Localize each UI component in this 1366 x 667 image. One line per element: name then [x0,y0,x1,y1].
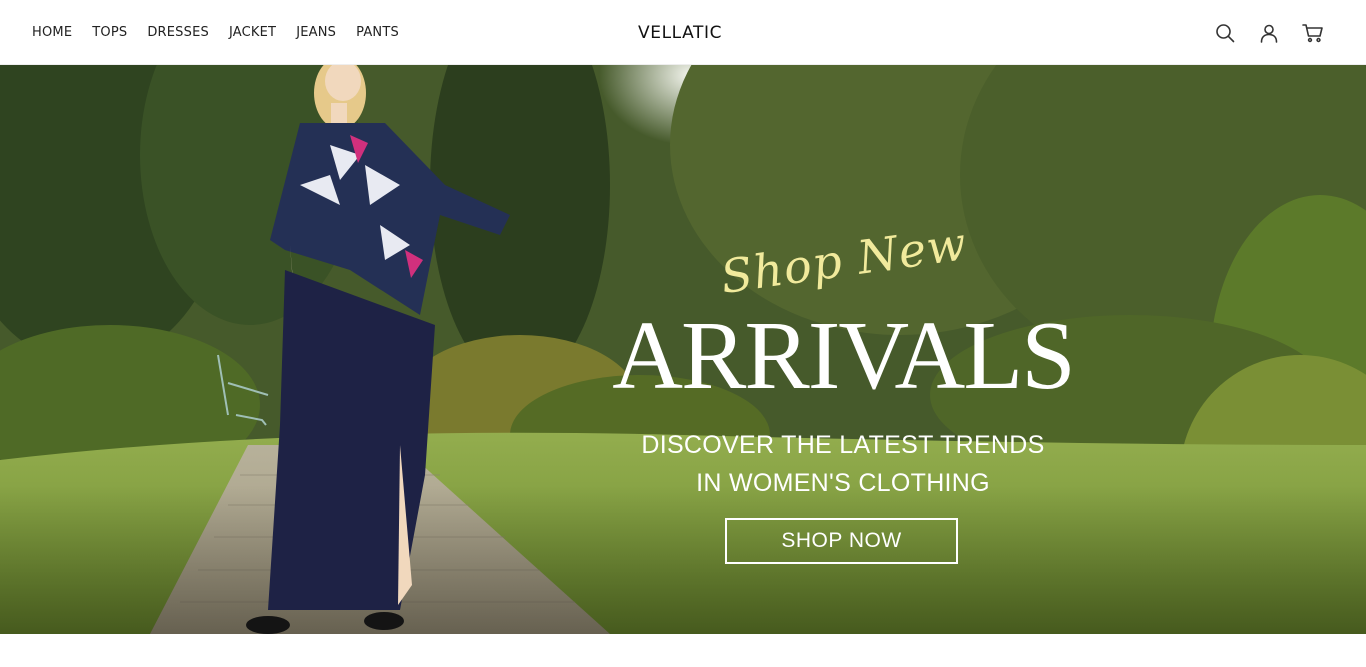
nav-jacket[interactable]: JACKET [229,25,276,40]
hero-banner: Shop New ARRIVALS DISCOVER THE LATEST TR… [0,65,1366,634]
main-nav: HOME TOPS DRESSES JACKET JEANS PANTS [32,0,399,65]
header-icons [1214,0,1324,65]
cart-icon[interactable] [1302,22,1324,44]
nav-pants[interactable]: PANTS [356,25,399,40]
account-icon[interactable] [1258,22,1280,44]
search-icon[interactable] [1214,22,1236,44]
site-logo[interactable]: VELLATIC [638,0,722,65]
nav-tops[interactable]: TOPS [92,25,127,40]
hero-headline: ARRIVALS [612,302,1075,410]
nav-dresses[interactable]: DRESSES [147,25,209,40]
nav-jeans[interactable]: JEANS [296,25,336,40]
hero-subtitle-line-2: IN WOMEN'S CLOTHING [696,469,990,497]
hero-subtitle-line-1: DISCOVER THE LATEST TRENDS [641,431,1045,459]
shop-now-button[interactable]: SHOP NOW [725,518,958,564]
site-header: HOME TOPS DRESSES JACKET JEANS PANTS VEL… [0,0,1366,65]
nav-home[interactable]: HOME [32,25,72,40]
